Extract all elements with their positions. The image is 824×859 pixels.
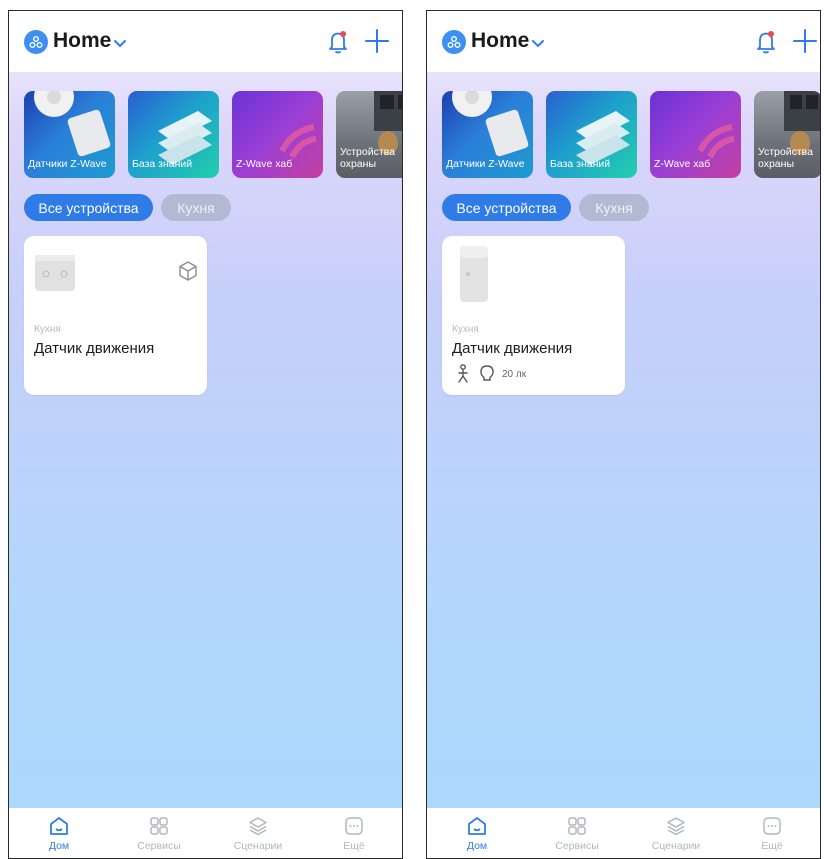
device-status-row: 20 лк — [454, 364, 526, 384]
notifications-bell-icon[interactable] — [754, 29, 778, 60]
banner-knowledge-base[interactable]: База знаний — [546, 91, 637, 178]
tab-label: Сервисы — [137, 840, 181, 852]
tab-label: Дом — [466, 840, 488, 852]
top-bar: Home — [9, 11, 402, 72]
banner-zwave-hub[interactable]: Z-Wave хаб — [232, 91, 323, 178]
chevron-down-icon[interactable] — [531, 36, 545, 54]
device-room: Кухня — [34, 324, 61, 335]
tab-label: Сценарии — [233, 840, 283, 852]
banner-label: Устройства охраны — [340, 146, 395, 170]
tab-label: Ещё — [761, 840, 783, 852]
layers-icon — [667, 817, 685, 836]
device-image-icon — [35, 255, 75, 291]
banner-label: Z-Wave хаб — [654, 158, 711, 170]
banner-security-devices[interactable]: Устройства охраны — [754, 91, 820, 178]
motion-person-icon — [458, 364, 468, 383]
3d-cube-icon[interactable] — [177, 260, 199, 287]
add-icon[interactable] — [792, 28, 818, 59]
tab-home[interactable]: Дом — [24, 815, 94, 852]
home-selector-title[interactable]: Home — [53, 29, 111, 53]
filter-all-devices[interactable]: Все устройства — [442, 194, 571, 221]
banner-label: Датчики Z-Wave — [446, 158, 525, 170]
banner-knowledge-base[interactable]: База знаний — [128, 91, 219, 178]
banner-zwave-hub[interactable]: Z-Wave хаб — [650, 91, 741, 178]
phone-screen-left: Home Датчики Z-Wave База знаний Z-Wave х… — [8, 10, 403, 859]
tab-more[interactable]: Ещё — [737, 815, 807, 852]
banner-label: Датчики Z-Wave — [28, 158, 107, 170]
tab-label: Ещё — [343, 840, 365, 852]
illuminance-value: 20 лк — [502, 368, 527, 380]
bottom-tab-bar: Дом Сервисы Сценарии Ещё — [9, 808, 402, 858]
filter-all-devices[interactable]: Все устройства — [24, 194, 153, 221]
bottom-tab-bar: Дом Сервисы Сценарии Ещё — [427, 808, 820, 858]
add-icon[interactable] — [364, 28, 390, 59]
banner-label: Z-Wave хаб — [236, 158, 293, 170]
tab-services[interactable]: Сервисы — [542, 815, 612, 852]
top-bar: Home — [427, 11, 820, 72]
tab-scenarios[interactable]: Сценарии — [223, 815, 293, 852]
home-icon — [50, 817, 68, 835]
banner-label: База знаний — [132, 158, 193, 170]
tab-label: Сценарии — [651, 840, 701, 852]
home-logo-icon[interactable] — [24, 30, 48, 54]
chevron-down-icon[interactable] — [113, 36, 127, 54]
grid-icon — [568, 817, 586, 835]
filter-kitchen[interactable]: Кухня — [579, 194, 649, 221]
tab-services[interactable]: Сервисы — [124, 815, 194, 852]
home-logo-icon[interactable] — [442, 30, 466, 54]
device-card[interactable]: Кухня Датчик движения 20 лк — [442, 236, 625, 395]
promo-banners: Датчики Z-Wave База знаний Z-Wave хаб Ус… — [24, 91, 402, 179]
tab-more[interactable]: Ещё — [319, 815, 389, 852]
phone-screen-right: Home Датчики Z-Wave База знаний Z-Wave х… — [426, 10, 821, 859]
promo-banners: Датчики Z-Wave База знаний Z-Wave хаб Ус… — [442, 91, 820, 179]
banner-label: Устройства охраны — [758, 146, 813, 170]
layers-icon — [249, 817, 267, 836]
tab-label: Дом — [48, 840, 70, 852]
notifications-bell-icon[interactable] — [326, 29, 350, 60]
banner-security-devices[interactable]: Устройства охраны — [336, 91, 402, 178]
motion-sensor-image-icon — [460, 246, 488, 302]
tab-home[interactable]: Дом — [442, 815, 512, 852]
grid-icon — [150, 817, 168, 835]
tab-label: Сервисы — [555, 840, 599, 852]
filter-kitchen[interactable]: Кухня — [161, 194, 231, 221]
home-icon — [468, 817, 486, 835]
device-name: Датчик движения — [34, 340, 155, 357]
more-icon — [763, 817, 781, 835]
banner-zwave-sensors[interactable]: Датчики Z-Wave — [442, 91, 533, 178]
banner-label: База знаний — [550, 158, 611, 170]
device-name: Датчик движения — [452, 340, 573, 357]
home-selector-title[interactable]: Home — [471, 29, 529, 53]
banner-zwave-sensors[interactable]: Датчики Z-Wave — [24, 91, 115, 178]
device-room: Кухня — [452, 324, 479, 335]
tab-scenarios[interactable]: Сценарии — [641, 815, 711, 852]
lightbulb-icon — [480, 365, 494, 381]
device-card[interactable]: Кухня Датчик движения — [24, 236, 207, 395]
more-icon — [345, 817, 363, 835]
